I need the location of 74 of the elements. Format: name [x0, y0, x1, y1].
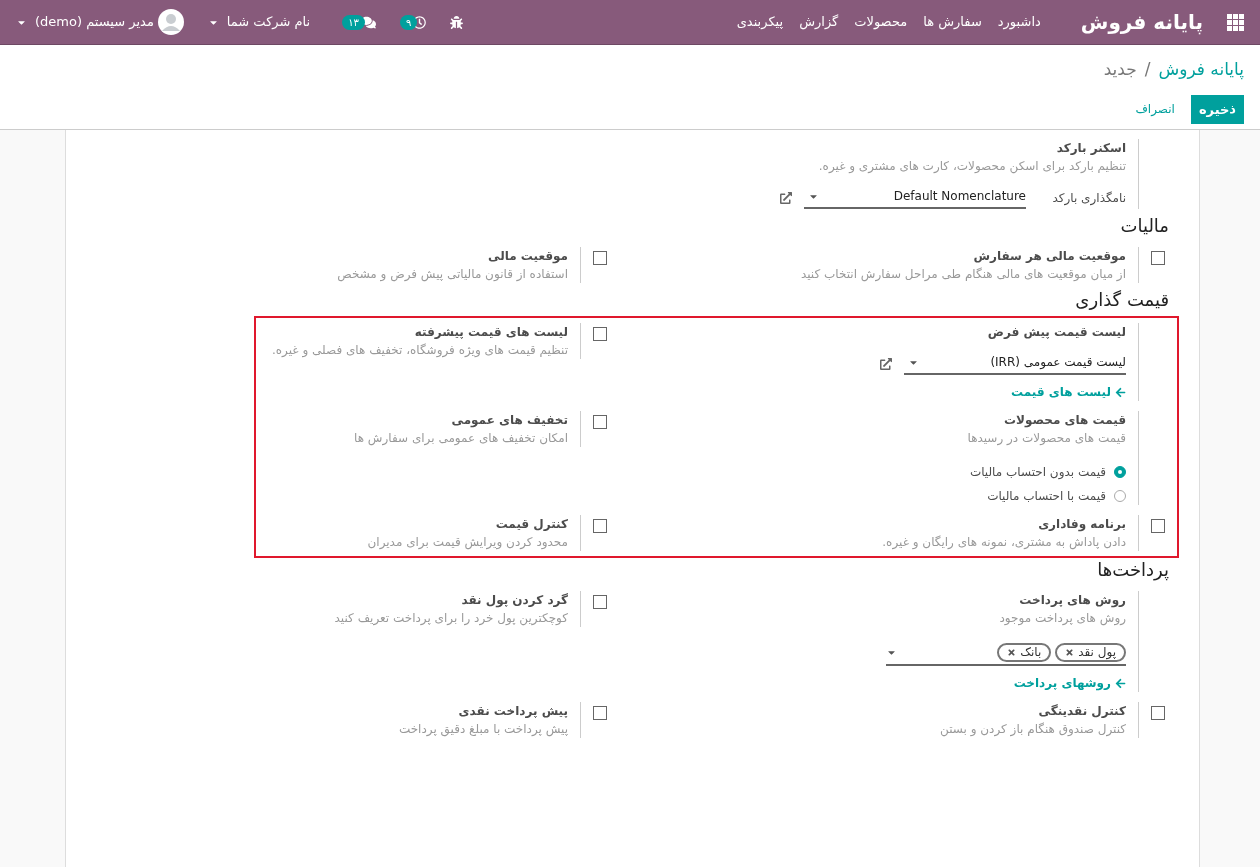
checkbox[interactable] [1151, 706, 1165, 720]
remove-icon[interactable] [1007, 648, 1017, 657]
discard-button[interactable]: انصراف [1135, 100, 1175, 119]
checkbox[interactable] [593, 706, 607, 720]
menu-item[interactable]: محصولات [854, 12, 908, 32]
setting-description: کنترل صندوق هنگام باز کردن و بستن [940, 721, 1126, 738]
menu-item[interactable]: سفارش ها [923, 12, 982, 32]
checkbox[interactable] [593, 251, 607, 265]
user-menu[interactable]: مدیر سیستم (demo) [16, 9, 184, 35]
tags-field[interactable]: پول نقد بانک [886, 643, 1126, 666]
checkbox[interactable] [1151, 519, 1165, 533]
menu-item[interactable]: گزارش [799, 12, 839, 32]
checkbox[interactable] [593, 595, 607, 609]
setting-description: محدود کردن ویرایش قیمت برای مدیران [367, 534, 568, 551]
count-badge: ۹ [399, 14, 418, 30]
external-link-icon[interactable] [780, 192, 792, 204]
setting-title: کنترل نقدینگی [1038, 703, 1126, 720]
setting-title: موقعیت مالی هر سفارش [973, 248, 1126, 265]
setting-title: گرد کردن پول نقد [461, 592, 568, 609]
checkbox[interactable] [1151, 251, 1165, 265]
setting-description: تنظیم قیمت های ویژه فروشگاه، تخفیف های فصلی و غیره. [272, 342, 568, 359]
avatar-icon [157, 9, 184, 35]
setting-description: روش های پرداخت موجود [999, 610, 1126, 627]
menu-item[interactable]: پیکربندی [736, 12, 784, 32]
section-title: قیمت گذاری [1074, 288, 1169, 312]
tag[interactable]: پول نقد [1055, 643, 1126, 662]
app-title: پایانه فروش [1080, 9, 1203, 37]
save-button[interactable]: ذخیره [1190, 94, 1244, 124]
external-link-icon[interactable] [880, 358, 892, 370]
count-badge: ۱۳ [342, 14, 365, 30]
select-field[interactable]: Default Nomenclature [804, 187, 1026, 209]
setting-title: لیست قیمت پیش فرض [987, 324, 1126, 341]
arrow-icon [1115, 386, 1126, 398]
setting-description: تنظیم بارکد برای اسکن محصولات، کارت های مشتری و غیره. [818, 158, 1126, 175]
setting-title: قیمت های محصولات [1003, 412, 1126, 429]
setting-description: استفاده از قانون مالیاتی پیش فرض و مشخص [337, 266, 568, 283]
setting-description: قیمت های محصولات در رسیدها [967, 430, 1126, 447]
select-field[interactable]: لیست قیمت عمومی (IRR) [904, 353, 1126, 375]
setting-title: پیش پرداخت نقدی [458, 703, 568, 720]
setting-title: تخفیف های عمومی [451, 412, 568, 429]
setting-description: از میان موقعیت های مالی هنگام طی مراحل سفارش انتخاب کنید [800, 266, 1126, 283]
setting-title: روش های پرداخت [1019, 592, 1126, 609]
company-dropdown[interactable]: نام شرکت شما [207, 12, 311, 32]
checkbox[interactable] [593, 519, 607, 533]
checkbox[interactable] [593, 415, 607, 429]
clock-icon[interactable] [413, 15, 427, 29]
bug-icon[interactable] [450, 15, 464, 29]
setting-description: کوچکترین پول خرد را برای پرداخت تعریف کنید [334, 610, 568, 627]
menu-item[interactable]: داشبورد [997, 12, 1041, 32]
setting-description: امکان تخفیف های عمومی برای سفارش ها [354, 430, 568, 447]
setting-title: لیست های قیمت پیشرفته [414, 324, 568, 341]
section-title: پرداخت‌ها [1096, 558, 1169, 582]
setting-title: موقعیت مالی [488, 248, 568, 265]
breadcrumb-current: جدید [1103, 58, 1137, 81]
radio-button[interactable] [1114, 490, 1126, 502]
setting-title: برنامه وفاداری [1038, 516, 1126, 533]
setting-title: اسکنر بارکد [1056, 140, 1126, 157]
radio-label: قیمت بدون احتساب مالیات [969, 464, 1106, 481]
breadcrumb-separator: / [1144, 58, 1151, 81]
section-title: مالیات [1119, 214, 1169, 238]
setting-title: کنترل قیمت [495, 516, 568, 533]
apps-grid-icon[interactable] [1227, 13, 1244, 31]
setting-description: دادن پاداش به مشتری، نمونه های رایگان و غیره. [882, 534, 1126, 551]
radio-button[interactable] [1114, 466, 1126, 478]
link[interactable]: لیست های قیمت [1011, 383, 1126, 401]
tag[interactable]: بانک [997, 643, 1052, 662]
arrow-icon [1115, 677, 1126, 689]
checkbox[interactable] [593, 327, 607, 341]
link[interactable]: روشهای پرداخت [1013, 674, 1126, 692]
field-label: نامگذاری بارکد [1051, 190, 1126, 207]
breadcrumb-link[interactable]: پایانه فروش [1158, 57, 1244, 83]
remove-icon[interactable] [1065, 648, 1075, 657]
setting-description: پیش پرداخت با مبلغ دقیق پرداخت [398, 721, 568, 738]
radio-label: قیمت با احتساب مالیات [987, 488, 1106, 505]
